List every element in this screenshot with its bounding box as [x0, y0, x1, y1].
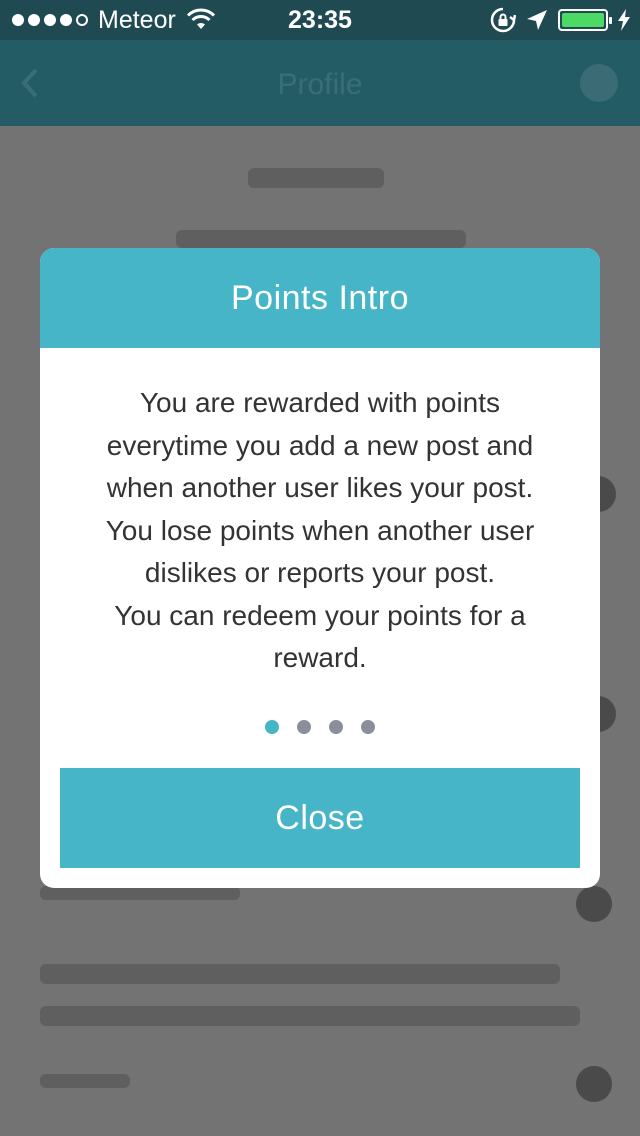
bg-placeholder	[176, 230, 466, 248]
bg-placeholder	[40, 1006, 580, 1026]
body-line: You lose points when another user	[105, 514, 535, 546]
bg-placeholder	[40, 886, 240, 900]
body-line: reward.	[273, 642, 367, 673]
location-arrow-icon	[527, 10, 547, 30]
bg-placeholder	[576, 886, 612, 922]
body-line: everytime you add a new post and	[106, 429, 534, 461]
battery-level	[562, 13, 604, 27]
battery-icon	[558, 9, 612, 31]
page-dot-active[interactable]	[265, 720, 279, 734]
close-button[interactable]: Close	[60, 768, 580, 868]
bg-placeholder	[248, 168, 384, 188]
page-dot[interactable]	[297, 720, 311, 734]
modal-body: You are rewarded with points everytime y…	[40, 348, 600, 680]
status-bar: Meteor 23:35	[0, 0, 640, 40]
modal-title: Points Intro	[231, 278, 409, 317]
charging-bolt-icon	[618, 9, 630, 31]
modal-header: Points Intro	[40, 248, 600, 348]
bg-placeholder	[40, 964, 560, 984]
points-intro-modal: Points Intro You are rewarded with point…	[40, 248, 600, 888]
nav-action-button[interactable]	[580, 64, 618, 102]
status-bar-right	[490, 7, 630, 33]
bg-placeholder	[40, 1074, 130, 1088]
nav-bar: Profile	[0, 40, 640, 126]
page-dot[interactable]	[329, 720, 343, 734]
nav-title: Profile	[277, 68, 363, 101]
page-indicator	[40, 720, 600, 734]
body-line: when another user likes your post.	[106, 472, 534, 503]
body-line: You are rewarded with points	[139, 387, 501, 418]
page-dot[interactable]	[361, 720, 375, 734]
orientation-lock-icon	[490, 7, 516, 33]
bg-placeholder	[576, 1066, 612, 1102]
body-line: dislikes or reports your post.	[144, 557, 496, 588]
body-line: You can redeem your points for a	[114, 599, 526, 631]
